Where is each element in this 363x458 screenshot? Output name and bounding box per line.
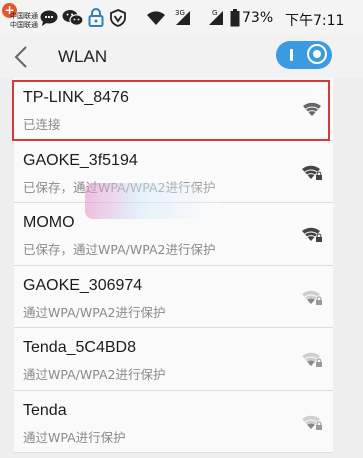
network-status: 通过WPA/WPA2进行保护 bbox=[23, 367, 166, 382]
network-status: 通过WPA/WPA2进行保护 bbox=[23, 304, 166, 320]
battery-icon bbox=[230, 9, 240, 27]
wifi-full-lock-icon bbox=[302, 165, 322, 180]
message-icon bbox=[40, 10, 58, 26]
wifi-weak-lock-icon bbox=[302, 352, 322, 367]
carrier-label-2: 中国联通 bbox=[10, 21, 38, 29]
network-ssid: Tenda bbox=[23, 401, 67, 419]
wlan-toggle[interactable] bbox=[276, 41, 332, 69]
network-ssid: GAOKE_306974 bbox=[23, 276, 143, 294]
network-status: 已保存，通过WPA/WPA2进行保护 bbox=[23, 179, 216, 195]
network-ssid: GAOKE_3f5194 bbox=[23, 151, 138, 169]
wifi-weak-lock-icon bbox=[302, 290, 322, 305]
wifi-full-lock-icon bbox=[302, 227, 322, 242]
wifi-full-icon bbox=[303, 102, 321, 116]
wifi-weak-lock-icon bbox=[302, 415, 322, 430]
toggle-on-mark bbox=[290, 49, 293, 61]
network-item[interactable]: TP-LINK_8476 已连接 bbox=[14, 78, 333, 141]
signal-icon bbox=[176, 11, 190, 25]
wechat-icon bbox=[62, 10, 84, 26]
network-item[interactable]: Tenda 通过WPA进行保护 bbox=[14, 390, 333, 453]
clock: 下午7:11 bbox=[285, 13, 345, 29]
network-item[interactable]: GAOKE_306974 通过WPA/WPA2进行保护 bbox=[14, 265, 333, 328]
lock-icon bbox=[88, 8, 104, 27]
status-bar: + 中国联通 中国联通 3G G 73% 下午7:11 bbox=[0, 0, 363, 35]
toggle-knob bbox=[307, 44, 327, 64]
network-ssid: TP-LINK_8476 bbox=[23, 89, 129, 106]
network-list: TP-LINK_8476 已连接 GAOKE_3f5194 已保存，通过WPA/… bbox=[14, 78, 333, 453]
network-item[interactable]: GAOKE_3f5194 已保存，通过WPA/WPA2进行保护 bbox=[14, 140, 333, 203]
wifi-status-icon bbox=[147, 11, 165, 25]
back-arrow-icon[interactable] bbox=[10, 44, 34, 70]
signal-icon-2 bbox=[209, 11, 223, 25]
network-item[interactable]: Tenda_5C4BD8 通过WPA/WPA2进行保护 bbox=[14, 328, 333, 391]
network-status: 已保存，通过WPA/WPA2进行保护 bbox=[23, 242, 216, 257]
battery-percent: 73% bbox=[242, 10, 274, 26]
network-status: 已连接 bbox=[23, 117, 61, 132]
shield-icon bbox=[110, 9, 126, 27]
network-ssid: Tenda_5C4BD8 bbox=[23, 339, 136, 356]
page-title: WLAN bbox=[58, 47, 108, 66]
network-status: 通过WPA进行保护 bbox=[23, 429, 126, 445]
carrier-info: + 中国联通 中国联通 bbox=[0, 2, 40, 34]
carrier-label-1: 中国联通 bbox=[10, 12, 38, 20]
wlan-header: WLAN bbox=[0, 35, 363, 78]
network-item[interactable]: MOMO 已保存，通过WPA/WPA2进行保护 bbox=[14, 203, 333, 266]
network-ssid: MOMO bbox=[23, 214, 75, 231]
